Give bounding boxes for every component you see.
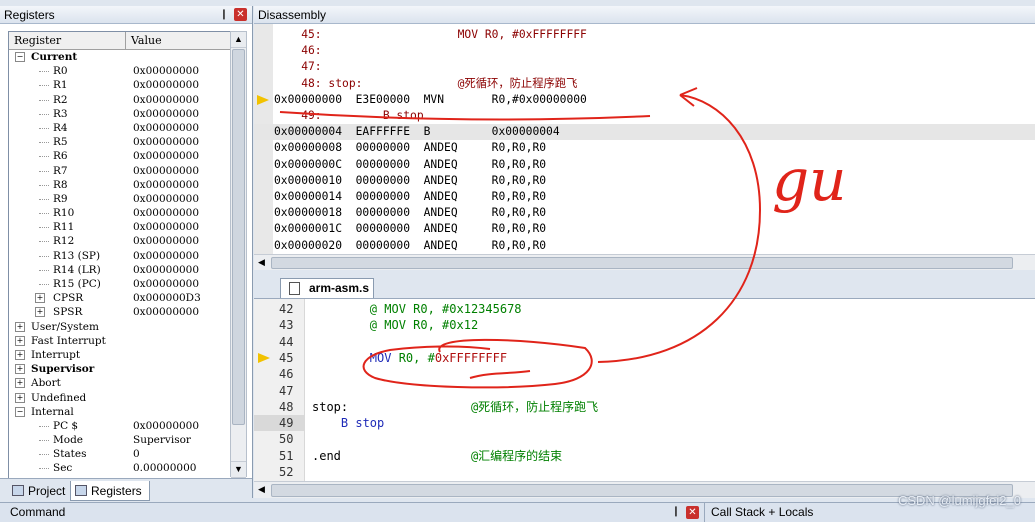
pin-icon[interactable]: ❙ — [670, 506, 682, 518]
divider — [704, 503, 705, 522]
handwritten-annotation: gu — [279, 87, 846, 389]
callstack-panel-title[interactable]: Call Stack + Locals — [711, 505, 813, 519]
close-icon[interactable]: ✕ — [686, 506, 699, 519]
bottom-bar: Command ❙ ✕ Call Stack + Locals — [0, 502, 1035, 522]
command-panel-title[interactable]: Command — [10, 505, 65, 519]
watermark: CSDN @lumijgfei2_0 — [897, 493, 1021, 508]
handwritten-text: gu — [772, 146, 846, 214]
